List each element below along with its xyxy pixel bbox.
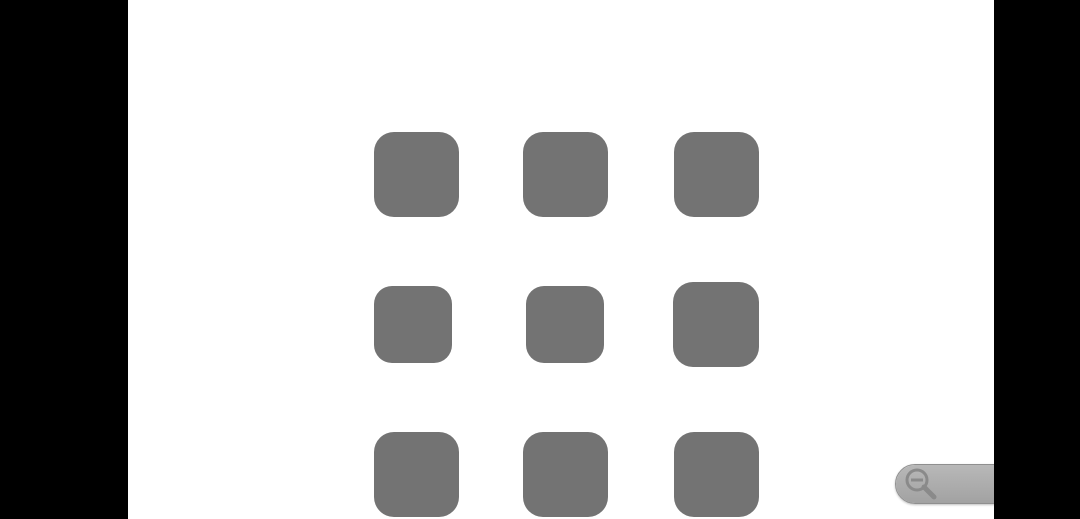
zoom-out-icon (904, 467, 938, 501)
screen (0, 0, 1080, 519)
grid-tile-row2-col3[interactable] (673, 282, 759, 367)
zoom-control (895, 464, 994, 504)
grid-tile-row3-col1[interactable] (374, 432, 459, 517)
grid-tile-row2-col1[interactable] (374, 286, 452, 363)
grid-tile-row2-col2[interactable] (526, 286, 604, 363)
grid-tile-row3-col2[interactable] (523, 432, 608, 517)
zoom-out-button[interactable] (896, 465, 994, 503)
left-letterbox-bar (0, 0, 128, 519)
content-area[interactable] (128, 0, 994, 519)
right-letterbox-bar (994, 0, 1080, 519)
grid-tile-row1-col3[interactable] (674, 132, 759, 217)
grid-tile-row1-col2[interactable] (523, 132, 608, 217)
grid-tile-row1-col1[interactable] (374, 132, 459, 217)
grid-tile-row3-col3[interactable] (674, 432, 759, 517)
